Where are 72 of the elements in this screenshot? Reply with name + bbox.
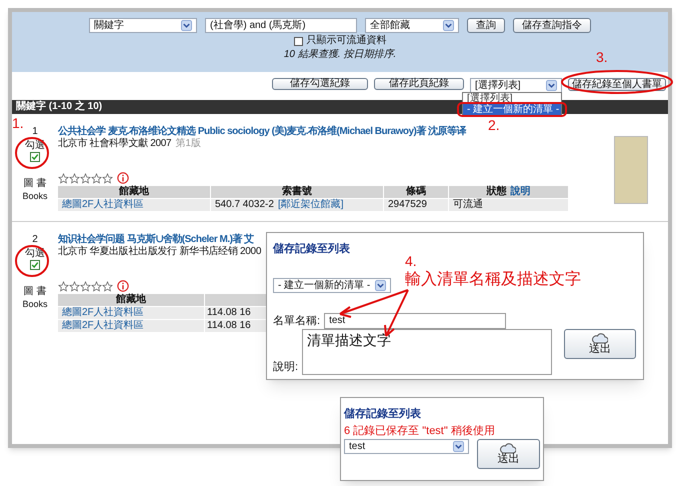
column-header: 條碼 <box>384 186 448 198</box>
field-label: 說明: <box>273 360 298 374</box>
record-number: 2 <box>32 234 38 246</box>
action-button[interactable]: 儲存紀錄至個人書單 <box>568 78 666 91</box>
results-header: 關鍵字 (1-10 之 10) <box>16 101 102 112</box>
location-link[interactable]: 總圖2F人社資料區 <box>58 320 204 332</box>
action-button[interactable]: 儲存此頁紀錄 <box>374 78 464 90</box>
record-number: 1 <box>32 126 38 138</box>
checkbox[interactable] <box>30 152 40 162</box>
rating-star-icon[interactable] <box>69 280 80 292</box>
field-select[interactable]: 關鍵字 <box>89 18 197 33</box>
name-field[interactable]: test <box>324 312 506 329</box>
column-header: 館藏地 <box>58 294 204 306</box>
rating-star-icon[interactable] <box>80 172 91 184</box>
call-number: 114.08 16 <box>205 307 266 319</box>
result-summary: 10 結果查獲. 按日期排序. <box>284 49 396 61</box>
format-label: 圖 書 <box>24 286 46 298</box>
step-number: 1. <box>12 116 24 130</box>
rating-star-icon[interactable] <box>58 172 69 184</box>
dialog-title: 儲存記錄至列表 <box>273 241 351 257</box>
location-link[interactable]: 總圖2F人社資料區 <box>58 307 204 319</box>
column-header: 狀態 說明 <box>449 186 568 198</box>
action-button[interactable]: 儲存查詢指令 <box>513 18 591 33</box>
rating-star-icon[interactable] <box>102 280 113 292</box>
highlight-ellipse <box>15 245 49 277</box>
dropdown-option[interactable]: - 建立一個新的清單 - <box>463 104 561 115</box>
list-select[interactable]: - 建立一個新的清單 - <box>273 278 391 292</box>
publication-text: 北京市 华夏出版社出版发行 新华书店经销 2000 <box>58 246 262 258</box>
location-link[interactable]: 總圖2F人社資料區 <box>58 199 210 211</box>
help-link[interactable]: 說明 <box>510 186 530 198</box>
nearby-shelf-link[interactable]: [鄰近架位館藏] <box>278 199 344 211</box>
step-number: 4. <box>405 254 418 268</box>
checkbox[interactable] <box>30 260 40 270</box>
action-button[interactable]: 儲存勾選紀錄 <box>272 78 368 90</box>
library-select[interactable]: 全部館藏 <box>365 18 459 33</box>
call-number: 114.08 16 <box>205 320 266 332</box>
column-header: 館藏地 <box>58 186 210 198</box>
step-caption: 輸入清單名稱及描述文字 <box>405 270 581 290</box>
barcode-cell: 2947529 <box>384 199 448 211</box>
available-checkbox[interactable] <box>294 36 302 46</box>
cloud-icon <box>592 332 608 344</box>
action-button[interactable]: 查詢 <box>467 18 505 33</box>
query-field[interactable]: (社會學) and (馬克斯) <box>205 18 357 33</box>
step-number: 2. <box>488 118 500 132</box>
rating-star-icon[interactable] <box>80 280 91 292</box>
rating-star-icon[interactable] <box>58 280 69 292</box>
rating-star-icon[interactable] <box>91 172 102 184</box>
format-label: 圖 書 <box>24 178 46 190</box>
publication-text: 北京市 社會科學文獻 2007 <box>58 138 172 150</box>
available-label: 只顯示可流通資料 <box>306 35 386 47</box>
info-icon[interactable] <box>117 172 129 184</box>
highlight-ellipse <box>15 137 49 169</box>
submit-button[interactable]: 送出 <box>564 329 636 359</box>
description-field[interactable]: 清單描述文字 <box>302 329 552 375</box>
format-label: Books <box>22 190 48 202</box>
field-label: 名單名稱: <box>273 314 320 328</box>
submit-button[interactable]: 送出 <box>476 439 540 469</box>
cloud-icon <box>500 442 516 454</box>
list-select[interactable]: [選擇列表] <box>470 78 562 93</box>
saved-message: 6 記錄已保存至 "test" 稍後使用 <box>344 424 496 438</box>
column-header: 索書號 <box>211 186 383 198</box>
edition-text: 第1版 <box>175 138 201 150</box>
status-cell: 可流通 <box>449 199 568 211</box>
rating-star-icon[interactable] <box>69 172 80 184</box>
call-number: 540.7 4032-2 <box>215 199 274 211</box>
step-number: 3. <box>596 50 608 64</box>
rating-star-icon[interactable] <box>91 280 102 292</box>
rating-star-icon[interactable] <box>102 172 113 184</box>
list-select[interactable]: test <box>344 439 469 454</box>
info-icon[interactable] <box>117 280 129 292</box>
format-label: Books <box>22 298 48 310</box>
dialog-title: 儲存記錄至列表 <box>344 406 422 422</box>
